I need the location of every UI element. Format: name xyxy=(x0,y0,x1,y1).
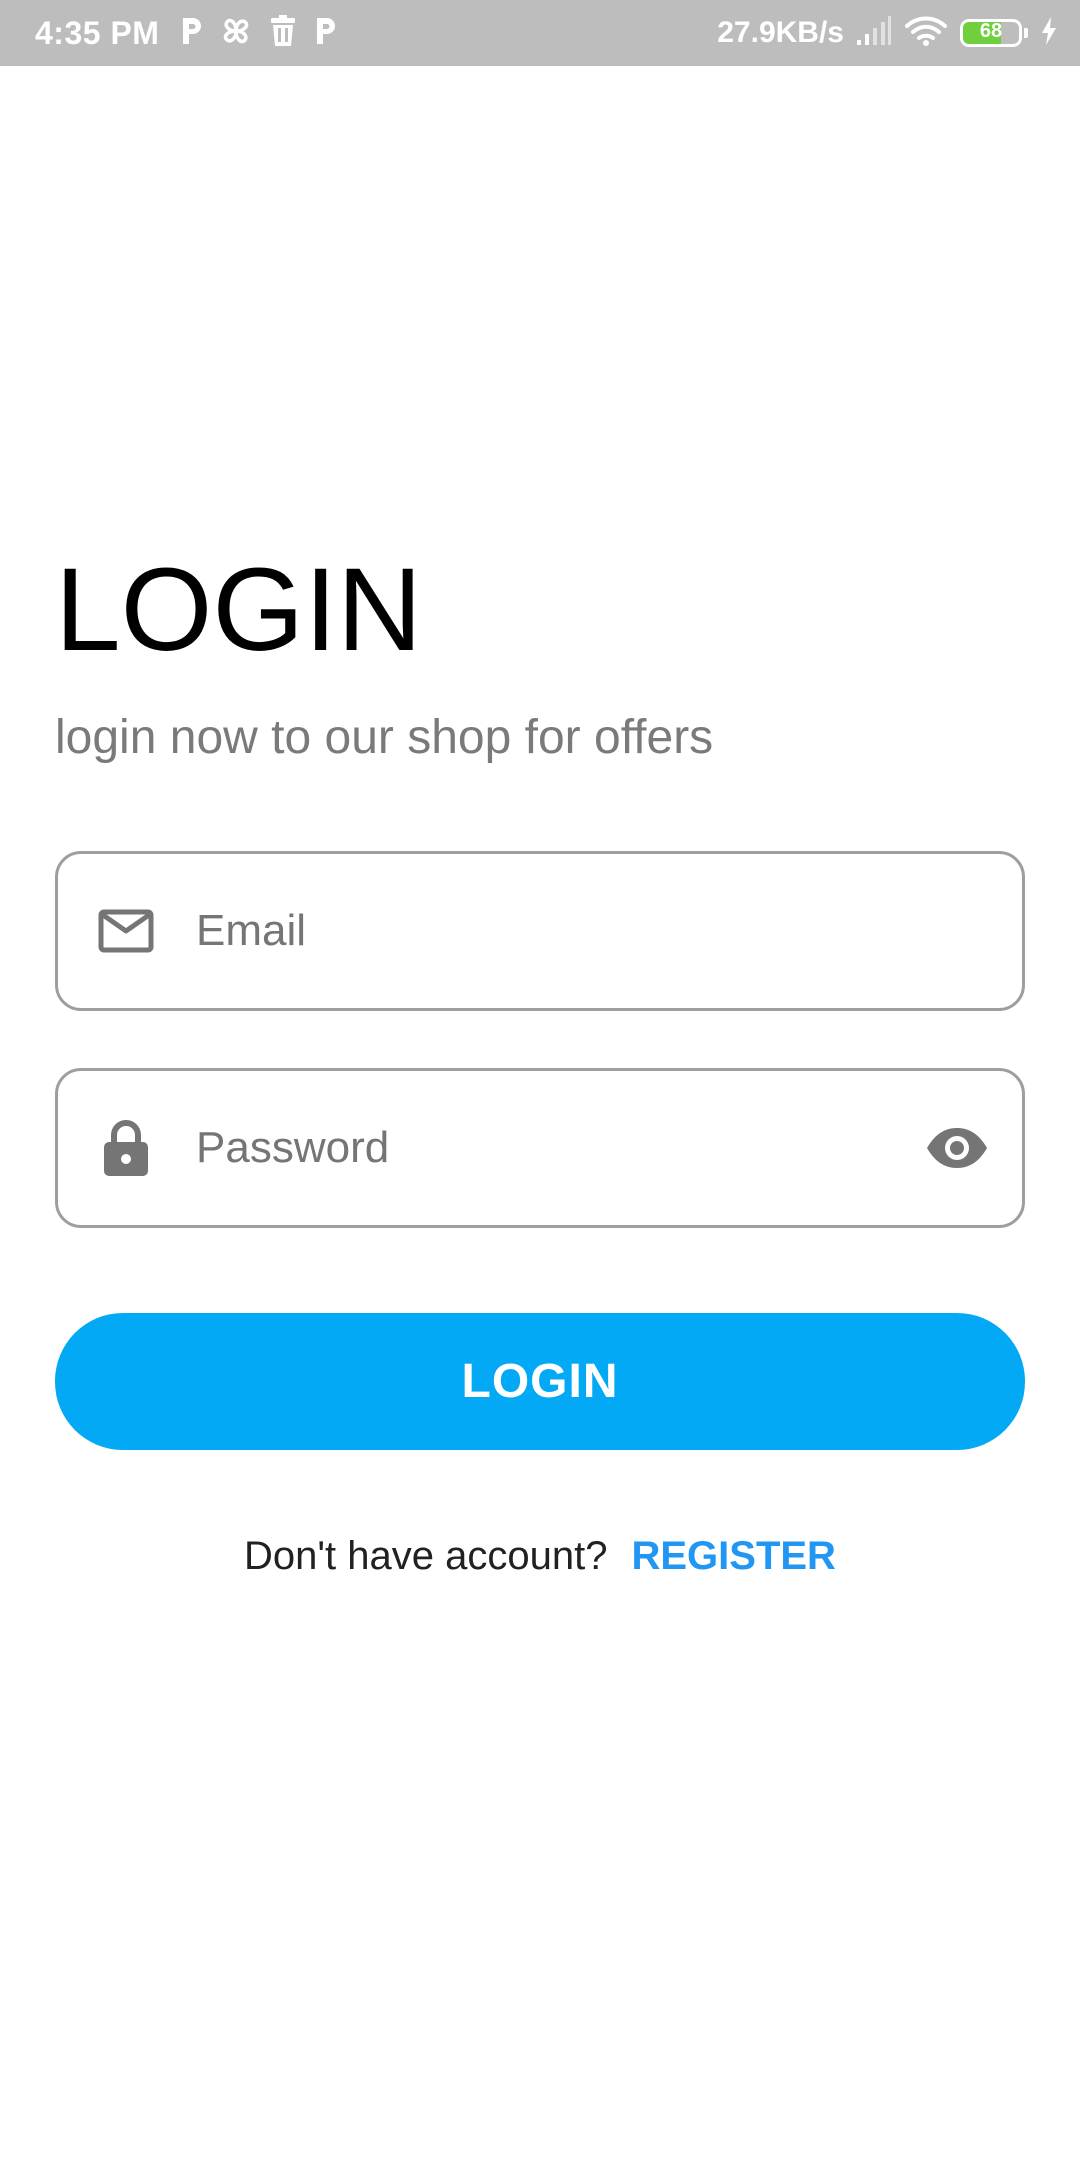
p-app-icon xyxy=(313,16,337,51)
page-title: LOGIN xyxy=(55,544,423,676)
register-prompt: Don't have account? xyxy=(244,1534,608,1578)
pinwheel-icon xyxy=(219,14,253,53)
battery-level-text: 68 xyxy=(979,20,1003,42)
password-field[interactable] xyxy=(55,1068,1025,1228)
status-bar-left: 4:35 PM xyxy=(35,0,337,66)
wifi-icon xyxy=(904,15,948,52)
notification-icons xyxy=(179,14,337,53)
lock-icon xyxy=(96,1118,156,1178)
network-speed: 27.9KB/s xyxy=(717,16,844,49)
status-bar-right: 27.9KB/s 68 xyxy=(717,0,1058,66)
cellular-signal-icon xyxy=(856,15,892,51)
page-subtitle: login now to our shop for offers xyxy=(55,711,714,764)
email-input[interactable] xyxy=(188,854,902,1008)
register-link[interactable]: REGISTER xyxy=(631,1530,835,1582)
login-button[interactable]: LOGIN xyxy=(55,1313,1025,1450)
charging-bolt-icon xyxy=(1040,16,1058,51)
login-screen: 4:35 PM 27.9KB/s 68 LOGIN login now to o… xyxy=(0,0,1080,2160)
trash-icon xyxy=(269,14,297,52)
p-app-icon xyxy=(179,16,203,51)
mail-icon xyxy=(96,901,156,961)
register-row: Don't have account? REGISTER xyxy=(0,1530,1080,1582)
status-time: 4:35 PM xyxy=(35,14,160,51)
email-field[interactable] xyxy=(55,851,1025,1011)
status-bar: 4:35 PM 27.9KB/s 68 xyxy=(0,0,1080,66)
battery-indicator: 68 xyxy=(960,19,1022,47)
show-password-eye-icon[interactable] xyxy=(922,1118,992,1178)
battery-cap xyxy=(1024,28,1028,38)
password-input[interactable] xyxy=(188,1071,902,1225)
